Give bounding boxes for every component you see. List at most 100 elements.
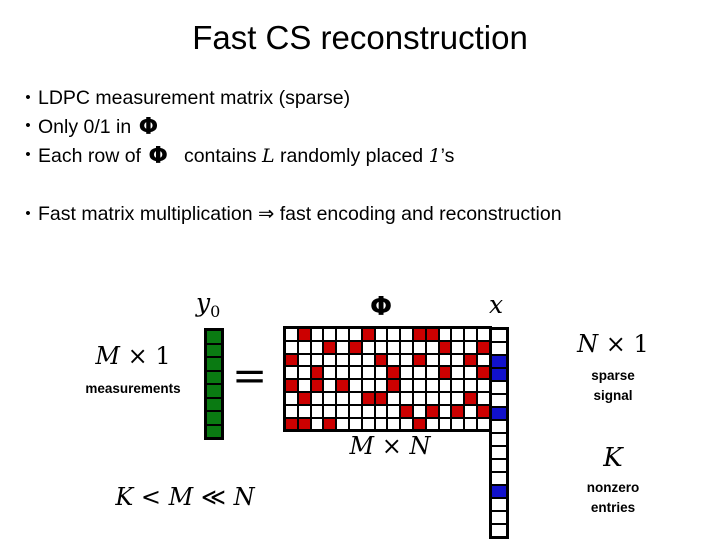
signal-cell-zero [492,512,506,523]
matrix-cell-zero [349,354,361,366]
matrix-cell-zero [388,329,400,340]
matrix-cell-zero [324,354,336,366]
matrix-cell-zero [426,380,438,391]
matrix-cell-one [452,405,464,417]
caption-measurements: measurements [85,381,181,396]
matrix-cell-zero [465,329,476,340]
signal-cell-zero [492,421,506,432]
matrix-cell-one [439,341,451,353]
signal-cell-zero [492,447,506,458]
matrix-cell-zero [388,354,400,366]
matrix-cell-zero [439,380,451,391]
matrix-cell-zero [324,392,336,404]
matrix-cell-one [311,380,323,391]
caption-nonzero-entries: nonzero entries [528,478,698,518]
matrix-cell-one [298,418,310,430]
matrix-cell-one [324,341,336,353]
measurement-cell [207,398,221,410]
signal-cell-zero [492,382,506,393]
matrix-cell-one [439,367,451,379]
matrix-cell-one [362,392,374,404]
matrix-cell-zero [388,392,400,404]
matrix-cell-zero [401,341,412,353]
matrix-cell-zero [298,380,310,391]
matrix-cell-zero [337,354,348,366]
matrix-cell-one [413,418,425,430]
signal-cell-nonzero [492,356,506,367]
caption-n-times-1-rest: × 1 [598,330,649,358]
matrix-cell-one [349,341,361,353]
matrix-cell-zero [401,367,412,379]
matrix-cell-one [286,418,297,430]
signal-cell-zero [492,330,506,341]
caption-n-times-1: N × 1 [528,330,698,358]
matrix-cell-one [375,354,387,366]
matrix-cell-zero [413,380,425,391]
matrix-cell-zero [349,418,361,430]
matrix-cell-zero [426,392,438,404]
matrix-cell-zero [349,392,361,404]
signal-cell-nonzero [492,408,506,419]
matrix-cell-zero [324,329,336,340]
caption-k: K [603,443,623,473]
caption-nonzero-line2: entries [590,500,636,515]
matrix-cell-one [311,367,323,379]
matrix-cell-zero [439,405,451,417]
matrix-cell-zero [465,341,476,353]
caption-m-times-1: M × 1 [68,342,198,370]
matrix-cell-zero [477,380,489,391]
matrix-cell-zero [439,354,451,366]
caption-sparse-line2: signal [593,388,633,403]
matrix-cell-one [388,367,400,379]
matrix-cell-zero [311,329,323,340]
matrix-cell-zero [388,341,400,353]
matrix-cell-zero [311,392,323,404]
matrix-cell-zero [324,380,336,391]
matrix-cell-zero [452,392,464,404]
signal-cell-zero [492,434,506,445]
matrix-cell-zero [477,392,489,404]
matrix-cell-one [298,392,310,404]
signal-cell-nonzero [492,486,506,497]
matrix-cell-zero [337,341,348,353]
matrix-cell-one [388,380,400,391]
caption-sparse-signal: sparse signal [528,366,698,406]
matrix-cell-one [477,341,489,353]
caption-n-symbol: N [577,330,599,358]
matrix-cell-zero [477,329,489,340]
matrix-cell-zero [311,341,323,353]
matrix-cell-zero [413,405,425,417]
matrix-cell-zero [311,354,323,366]
matrix-cell-zero [298,341,310,353]
equals-sign: = [232,351,268,400]
matrix-cell-zero [375,380,387,391]
caption-k-symbol: K [115,483,134,511]
signal-cell-zero [492,499,506,510]
caption-m-symbol: M [95,342,120,370]
matrix-cell-zero [362,418,374,430]
matrix-cell-one [465,354,476,366]
matrix-cell-zero [286,405,297,417]
matrix-cell-zero [286,341,297,353]
matrix-cell-zero [477,354,489,366]
matrix-cell-zero [413,367,425,379]
signal-cell-zero [492,473,506,484]
matrix-cell-zero [388,405,400,417]
matrix-cell-zero [362,367,374,379]
matrix-cell-one [465,392,476,404]
matrix-cell-one [337,380,348,391]
matrix-cell-zero [452,341,464,353]
matrix-cell-zero [362,354,374,366]
matrix-cell-zero [401,354,412,366]
matrix-cell-zero [324,405,336,417]
caption-mn-n-symbol: N [409,432,431,460]
matrix-cell-zero [337,367,348,379]
matrix-cell-zero [452,354,464,366]
caption-lt-operator: < [133,483,169,511]
matrix-cell-one [401,405,412,417]
matrix-cell-zero [465,418,476,430]
matrix-cell-zero [349,405,361,417]
matrix-cell-zero [362,380,374,391]
matrix-cell-one [298,329,310,340]
caption-ll-operator: ≪ [193,483,234,511]
